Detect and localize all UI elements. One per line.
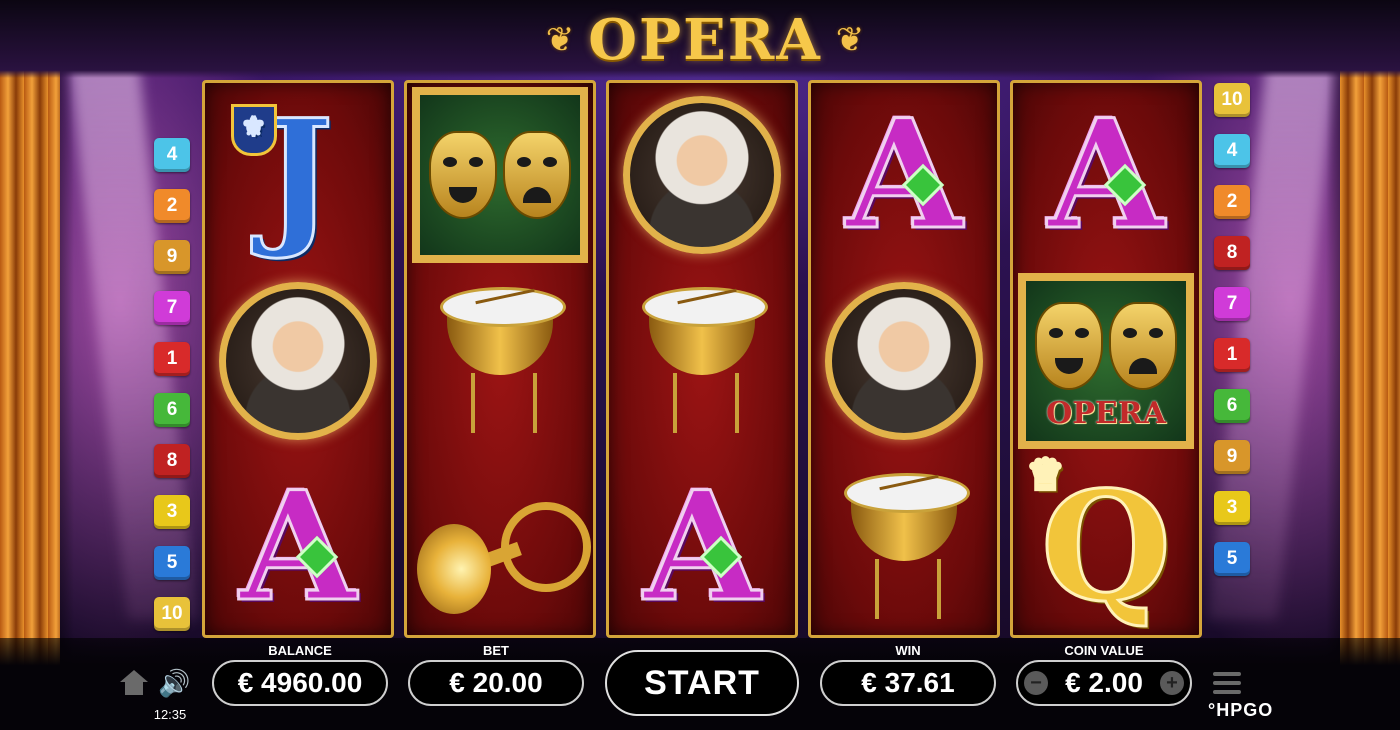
green-gem-icon [1103, 163, 1147, 207]
french-horn-symbol [415, 472, 591, 622]
payline-marker[interactable]: 8 [1214, 236, 1250, 270]
reel-symbol: A [205, 455, 391, 639]
clock: 12:35 [153, 707, 187, 722]
coin-decrease-button[interactable]: − [1024, 671, 1048, 695]
payline-marker[interactable]: 6 [154, 393, 190, 427]
right-curtain [1340, 0, 1400, 730]
bet-label: BET [483, 643, 509, 658]
reel-symbol: A [609, 455, 795, 639]
game-logo: ❦ OPERA ❦ [410, 4, 1000, 76]
reel-symbol [609, 269, 795, 453]
theatre-masks-symbol: OPERA [1018, 273, 1194, 449]
comedy-mask-icon [429, 131, 497, 219]
composer-portrait-symbol [219, 282, 377, 440]
reel-symbol [407, 455, 593, 639]
reel-grid: J ⚜ A A A A OPERA Q ♛ [202, 80, 1202, 640]
crown-icon: ♛ [1025, 450, 1066, 499]
left-curtain [0, 0, 74, 730]
tragedy-mask-icon [503, 131, 571, 219]
payline-marker[interactable]: 3 [1214, 491, 1250, 525]
payline-marker[interactable]: 1 [154, 342, 190, 376]
masks-symbol-label: OPERA [1046, 396, 1166, 431]
payline-marker[interactable]: 5 [1214, 542, 1250, 576]
theatre-masks-symbol [412, 87, 588, 263]
letter-a-symbol: A [238, 459, 357, 635]
letter-a-symbol: A [1046, 87, 1165, 263]
reel-3: A [606, 80, 798, 638]
speaker-icon[interactable]: 🔊 [158, 668, 192, 698]
reel-2 [404, 80, 596, 638]
coin-value-label: COIN VALUE [1064, 643, 1144, 658]
payline-marker[interactable]: 4 [1214, 134, 1250, 168]
reel-5: A OPERA Q ♛ [1010, 80, 1202, 638]
reel-1: J ⚜ A [202, 80, 394, 638]
reel-symbol [609, 83, 795, 267]
reel-symbol [811, 269, 997, 453]
balance-label: BALANCE [268, 643, 332, 658]
win-label: WIN [895, 643, 921, 658]
letter-a-symbol: A [642, 459, 761, 635]
reel-symbol: OPERA [1013, 269, 1199, 453]
payline-marker[interactable]: 10 [154, 597, 190, 631]
green-gem-icon [295, 535, 339, 579]
hamburger-menu-icon[interactable] [1213, 672, 1241, 694]
bet-selector[interactable]: € 20.00 [408, 660, 584, 706]
balance-display: € 4960.00 [212, 660, 388, 706]
payline-marker[interactable]: 7 [154, 291, 190, 325]
left-flourish-icon: ❦ [545, 21, 575, 59]
payline-marker[interactable]: 7 [1214, 287, 1250, 321]
reel-symbol: J ⚜ [205, 83, 391, 267]
home-icon[interactable] [120, 670, 148, 696]
timpani-drum-symbol [435, 281, 566, 441]
fleur-de-lis-crest-icon: ⚜ [230, 104, 277, 156]
payline-marker[interactable]: 2 [154, 189, 190, 223]
payline-marker[interactable]: 10 [1214, 83, 1250, 117]
win-display: € 37.61 [820, 660, 996, 706]
green-gem-icon [699, 535, 743, 579]
provider-brand: °HPGO [1208, 700, 1274, 720]
coin-increase-button[interactable]: + [1160, 671, 1184, 695]
letter-q-symbol: Q ♛ [1025, 450, 1173, 635]
reel-symbol [205, 269, 391, 453]
game-stage: ❦ OPERA ❦ J ⚜ A A A A OPERA Q ♛ 4 2 9 7 1 6 8 3 5 10 10 4 2… [0, 0, 1400, 730]
payline-marker[interactable]: 9 [154, 240, 190, 274]
payline-marker[interactable]: 8 [154, 444, 190, 478]
payline-marker[interactable]: 3 [154, 495, 190, 529]
reel-symbol [407, 83, 593, 267]
payline-marker[interactable]: 6 [1214, 389, 1250, 423]
reel-symbol: A [811, 83, 997, 267]
start-button[interactable]: START [605, 650, 799, 716]
green-gem-icon [901, 163, 945, 207]
reel-4: A [808, 80, 1000, 638]
reel-symbol [407, 269, 593, 453]
payline-marker[interactable]: 2 [1214, 185, 1250, 219]
comedy-mask-icon [1035, 302, 1103, 390]
payline-marker[interactable]: 1 [1214, 338, 1250, 372]
payline-marker[interactable]: 9 [1214, 440, 1250, 474]
game-title: OPERA [588, 7, 822, 73]
payline-marker[interactable]: 5 [154, 546, 190, 580]
composer-portrait-symbol [623, 96, 781, 254]
composer-portrait-symbol [825, 282, 983, 440]
reel-symbol [811, 455, 997, 639]
payline-marker[interactable]: 4 [154, 138, 190, 172]
letter-j-symbol: J ⚜ [230, 99, 335, 252]
reel-symbol: A [1013, 83, 1199, 267]
tragedy-mask-icon [1109, 302, 1177, 390]
right-flourish-icon: ❦ [835, 21, 865, 59]
timpani-drum-symbol [839, 467, 970, 627]
reel-symbol: Q ♛ [1013, 450, 1199, 639]
timpani-drum-symbol [637, 281, 768, 441]
letter-a-symbol: A [844, 87, 963, 263]
